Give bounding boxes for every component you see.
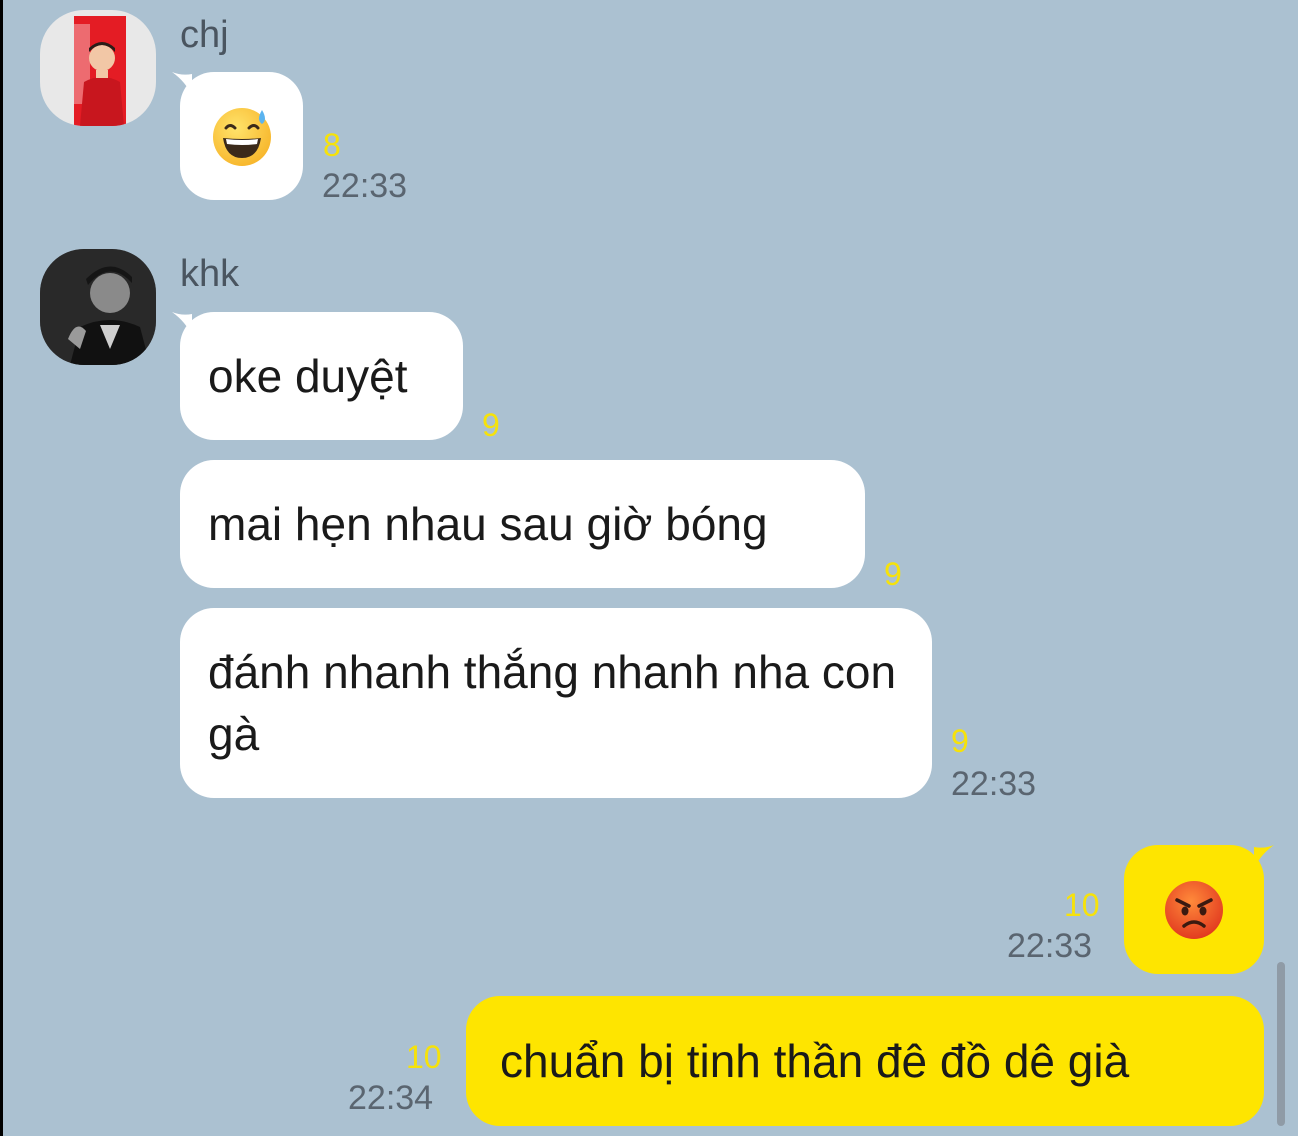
message-timestamp: 22:33: [1007, 927, 1093, 965]
grinning-sweat-emoji: [212, 108, 271, 166]
message-bubble[interactable]: mai hẹn nhau sau giờ bóng: [180, 460, 865, 588]
bubble-tail: [1254, 845, 1278, 869]
unread-count: 9: [482, 407, 500, 443]
chat-room: chj 8 22:33 khk oke duyệt 9 mai hẹn nhau…: [3, 0, 1298, 1136]
unread-count: 10: [406, 1039, 442, 1075]
message-bubble[interactable]: [1124, 845, 1264, 974]
scrollbar[interactable]: [1277, 962, 1285, 1126]
sender-name: khk: [180, 253, 240, 295]
message-bubble[interactable]: đánh nhanh thắng nhanh nha con gà: [180, 608, 932, 798]
unread-count: 9: [951, 723, 969, 759]
message-bubble[interactable]: oke duyệt: [180, 312, 463, 440]
unread-count: 9: [884, 556, 902, 592]
sender-name: chj: [180, 14, 229, 56]
message-timestamp: 22:33: [322, 167, 408, 205]
message-bubble[interactable]: chuẩn bị tinh thần đê đồ dê già: [466, 996, 1264, 1126]
message-timestamp: 22:33: [951, 765, 1037, 803]
avatar-chj[interactable]: [40, 10, 156, 126]
message-bubble[interactable]: [180, 72, 303, 200]
avatar-khk[interactable]: [40, 249, 156, 365]
message-timestamp: 22:34: [348, 1079, 434, 1117]
unread-count: 8: [323, 127, 341, 163]
unread-count: 10: [1064, 887, 1100, 923]
angry-face-emoji: [1165, 880, 1223, 939]
